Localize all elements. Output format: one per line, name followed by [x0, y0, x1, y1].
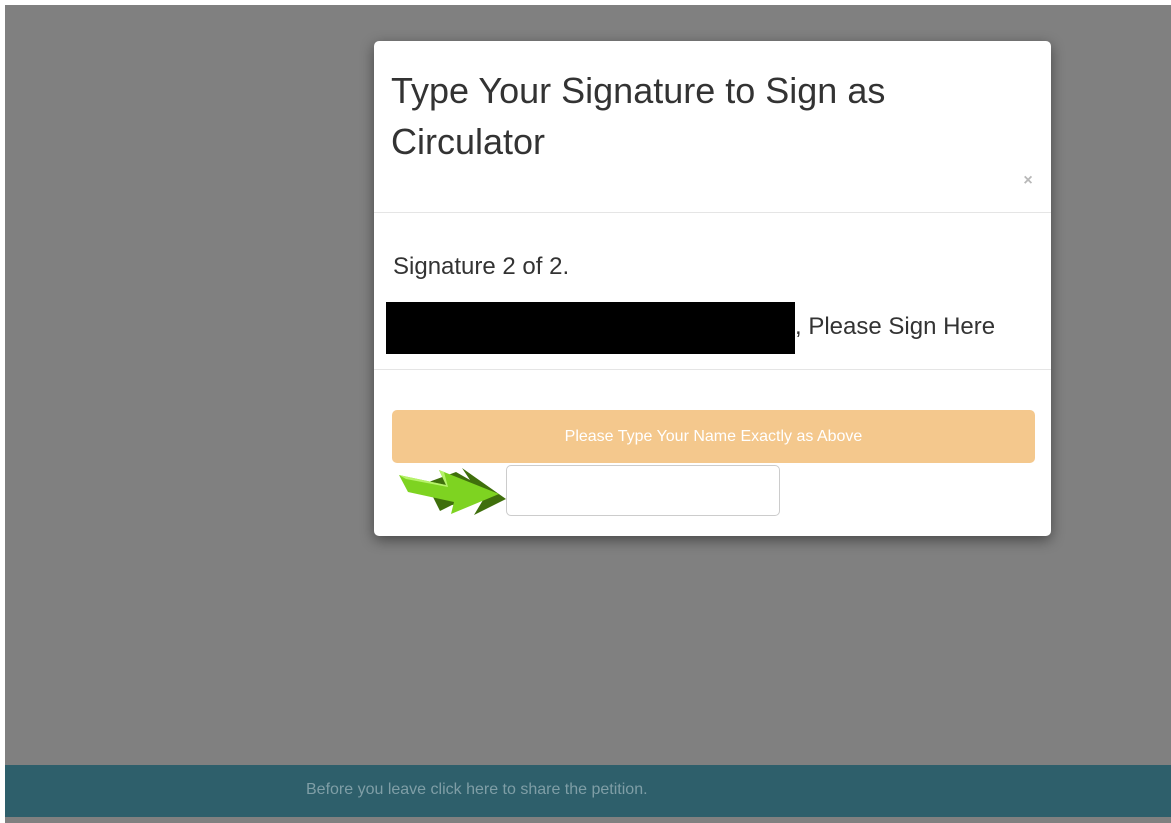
- redacted-name: [386, 302, 795, 354]
- modal-title: Type Your Signature to Sign as Circulato…: [391, 70, 886, 162]
- share-bar: Before you leave click here to share the…: [5, 765, 1171, 817]
- signature-name-input[interactable]: [506, 465, 780, 516]
- modal-footer: Please Type Your Name Exactly as Above: [374, 370, 1051, 536]
- modal-body: Signature 2 of 2. , Please Sign Here: [374, 213, 1051, 370]
- close-button[interactable]: ×: [1019, 171, 1037, 191]
- instruction-banner: Please Type Your Name Exactly as Above: [392, 410, 1035, 463]
- share-petition-link[interactable]: Before you leave click here to share the…: [306, 781, 648, 799]
- sign-prompt: , Please Sign Here: [795, 313, 996, 340]
- signature-modal: Type Your Signature to Sign as Circulato…: [374, 41, 1051, 536]
- green-arrow-right-icon: [399, 468, 506, 515]
- signature-count: Signature 2 of 2.: [393, 253, 570, 280]
- modal-header: Type Your Signature to Sign as Circulato…: [374, 41, 1051, 213]
